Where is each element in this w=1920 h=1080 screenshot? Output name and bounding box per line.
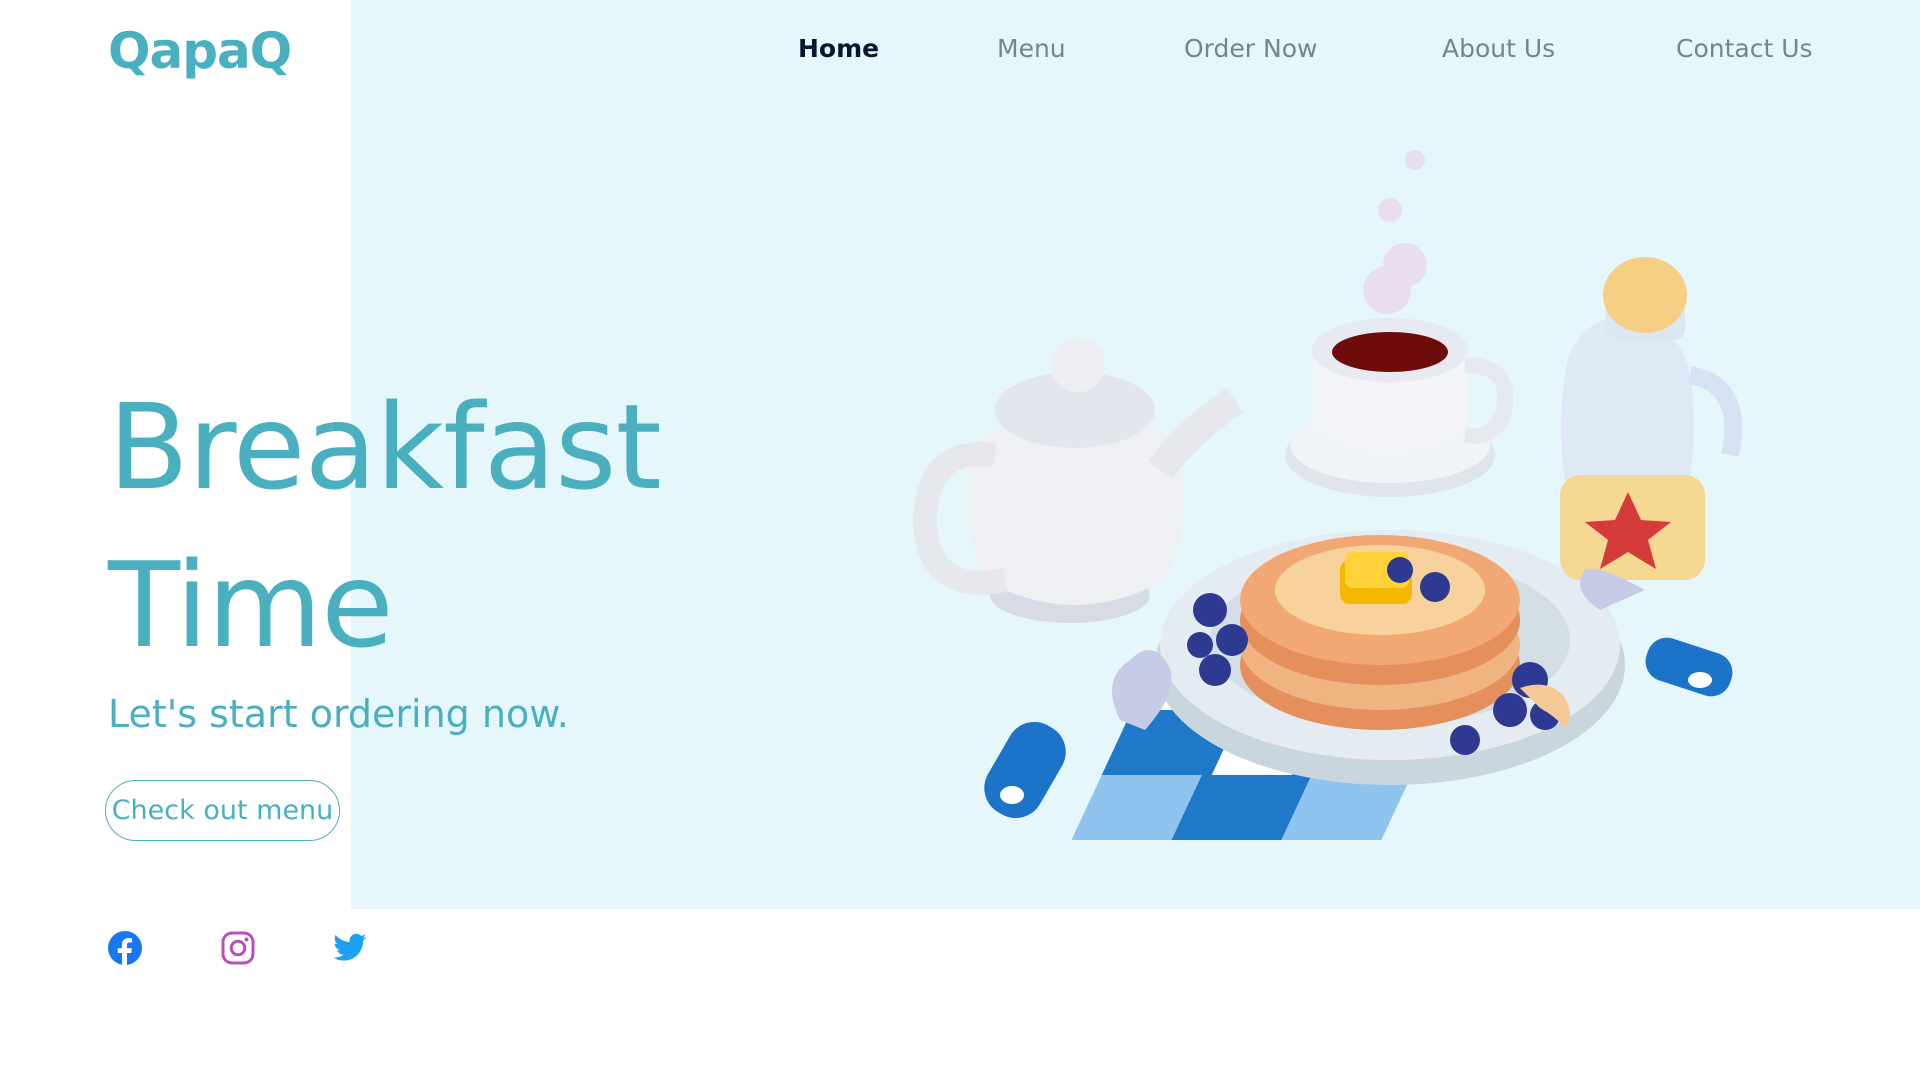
twitter-icon[interactable] bbox=[332, 930, 368, 966]
hero-subtitle: Let's start ordering now. bbox=[108, 692, 569, 736]
hero-title-line1: Breakfast bbox=[108, 378, 662, 516]
nav-item-order-now[interactable]: Order Now bbox=[1184, 34, 1317, 63]
nav-item-about-us[interactable]: About Us bbox=[1442, 34, 1555, 63]
instagram-icon[interactable] bbox=[220, 930, 256, 966]
nav-item-home[interactable]: Home bbox=[798, 34, 879, 63]
check-out-menu-button[interactable]: Check out menu bbox=[105, 780, 340, 841]
nav-item-contact-us[interactable]: Contact Us bbox=[1676, 34, 1813, 63]
facebook-icon[interactable] bbox=[107, 930, 143, 966]
main-nav: Home Menu Order Now About Us Contact Us bbox=[0, 34, 1920, 74]
hero-title-line2: Time bbox=[108, 536, 394, 674]
nav-item-menu[interactable]: Menu bbox=[997, 34, 1066, 63]
breakfast-illustration bbox=[900, 140, 1780, 890]
